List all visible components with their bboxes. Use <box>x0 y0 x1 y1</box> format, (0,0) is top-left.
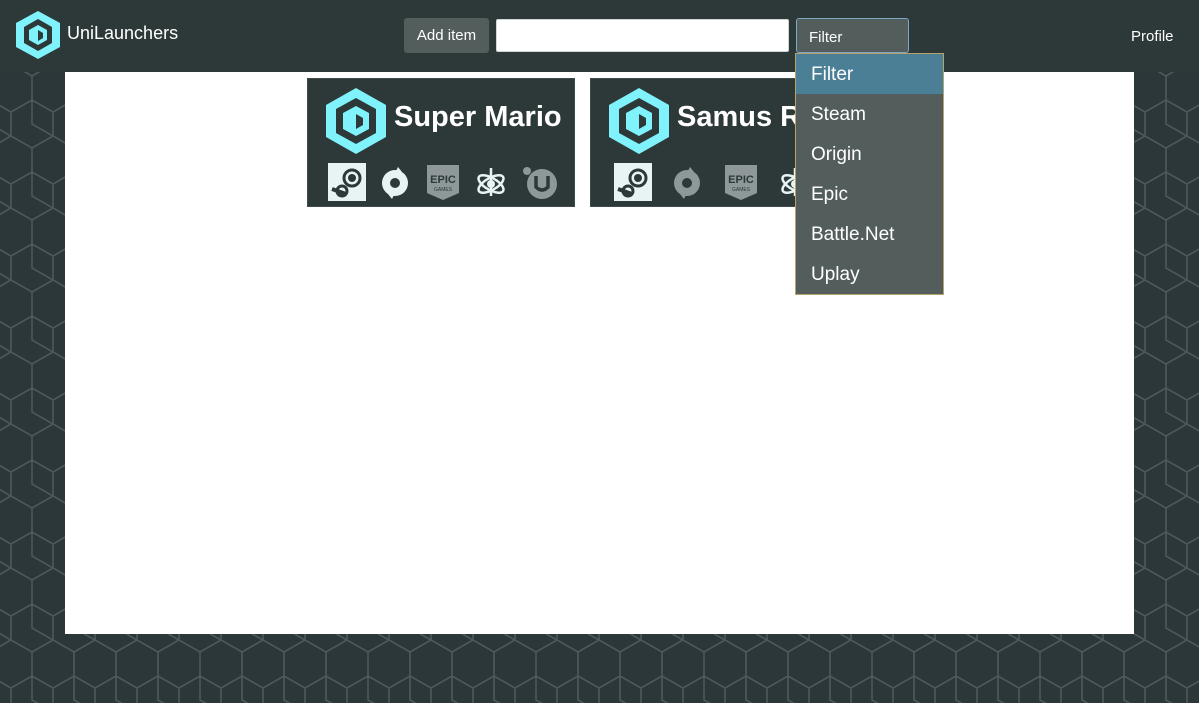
unilaunchers-logo-icon <box>16 11 60 59</box>
svg-text:EPIC: EPIC <box>728 174 754 186</box>
profile-link[interactable]: Profile <box>1131 28 1174 45</box>
origin-icon[interactable] <box>376 163 414 201</box>
filter-option-filter[interactable]: Filter <box>796 54 943 94</box>
game-title: Super Mario <box>394 101 562 133</box>
unilaunchers-cube-icon <box>326 88 386 154</box>
origin-icon[interactable] <box>668 163 706 201</box>
uplay-icon[interactable] <box>520 163 558 201</box>
filter-dropdown-menu: Filter Steam Origin Epic Battle.Net Upla… <box>795 53 944 295</box>
app-name: UniLaunchers <box>67 22 179 43</box>
svg-text:GAMES: GAMES <box>732 187 751 193</box>
add-item-button[interactable]: Add item <box>404 18 489 53</box>
filter-option-uplay[interactable]: Uplay <box>796 254 943 294</box>
svg-text:EPIC: EPIC <box>430 174 456 186</box>
filter-option-epic[interactable]: Epic <box>796 174 943 214</box>
steam-icon[interactable] <box>614 163 652 201</box>
epic-games-icon[interactable]: EPIC GAMES <box>424 163 462 201</box>
filter-option-steam[interactable]: Steam <box>796 94 943 134</box>
launcher-icons: EPIC GAMES <box>328 163 568 201</box>
top-navbar: UniLaunchers Add item Filter Profile <box>0 0 1199 72</box>
brand-link[interactable]: UniLaunchers <box>14 10 178 60</box>
svg-text:GAMES: GAMES <box>434 187 453 193</box>
filter-option-battle-net[interactable]: Battle.Net <box>796 214 943 254</box>
game-card[interactable]: Super Mario EPIC GAMES <box>307 78 575 207</box>
filter-select[interactable]: Filter <box>796 18 909 53</box>
unilaunchers-cube-icon <box>609 88 669 154</box>
search-input[interactable] <box>496 19 789 52</box>
filter-option-origin[interactable]: Origin <box>796 134 943 174</box>
steam-icon[interactable] <box>328 163 366 201</box>
epic-games-icon[interactable]: EPIC GAMES <box>722 163 760 201</box>
battle-net-icon[interactable] <box>472 163 510 201</box>
